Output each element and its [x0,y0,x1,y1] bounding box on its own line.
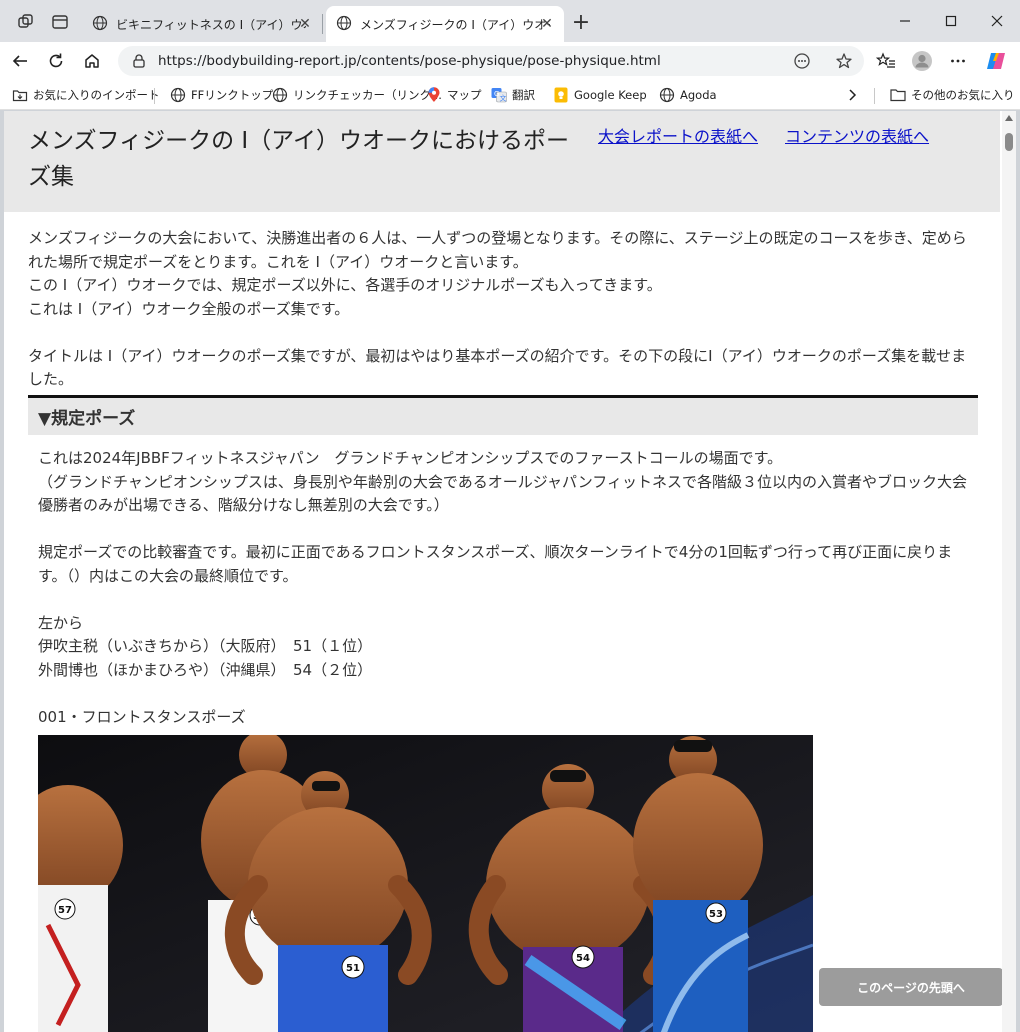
window-close-icon[interactable] [974,0,1020,42]
tab-title: メンズフィジークの I（アイ）ウオークにおける [360,17,550,32]
tab-mens-physique[interactable]: メンズフィジークの I（アイ）ウオークにおける ✕ [326,6,564,42]
new-tab-button[interactable]: + [567,8,595,36]
bookmark-label: Agoda [680,88,717,102]
reload-icon[interactable] [42,47,70,75]
bookmark-label: Google Keep [574,88,647,102]
bookmark-label: FFリンクトップ [191,88,274,102]
folder-icon [890,87,906,103]
reading-mode-icon[interactable] [790,49,814,73]
front-stance-photo: 57 58 51 [38,735,813,1032]
page-title: メンズフィジークの I（アイ）ウオークにおけるポーズ集 [28,128,570,190]
section-heading-standard-poses: ▼規定ポーズ [28,395,978,435]
section-body: これは2024年JBBFフィットネスジャパン グランドチャンピオンシップスでのフ… [38,447,968,729]
bookmark-translate[interactable]: G文 翻訳 [491,84,535,106]
minimize-icon[interactable] [882,0,928,42]
tab-strip: ビキニフィットネスの I（アイ）ウオークにおける ✕ メンズフィジークの I（ア… [0,0,1020,42]
maximize-icon[interactable] [928,0,974,42]
home-icon[interactable] [78,47,106,75]
bookmark-other-favorites[interactable]: その他のお気に入り [890,84,1015,106]
more-options-icon[interactable] [944,47,972,75]
copilot-icon[interactable] [982,47,1010,75]
favorite-star-icon[interactable] [832,49,856,73]
url-text[interactable]: https://bodybuilding-report.jp/contents/… [158,53,661,69]
tab-title: ビキニフィットネスの I（アイ）ウオークにおける [116,17,306,32]
intro-paragraph: この I（アイ）ウオークでは、規定ポーズ以外に、各選手のオリジナルポーズも入って… [28,276,662,294]
globe-icon [336,15,352,34]
page-header: メンズフィジークの I（アイ）ウオークにおけるポーズ集 大会レポートの表紙へ コ… [4,111,1000,212]
body-paragraph: これは2024年JBBFフィットネスジャパン グランドチャンピオンシップスでのフ… [38,449,783,467]
bookmark-divider [874,88,875,104]
competitor-number: 57 [58,905,72,916]
bookmark-label: リンクチェッカー（リンク... [293,88,442,102]
tab-divider [322,14,323,34]
browser-toolbar: https://bodybuilding-report.jp/contents/… [0,42,1020,80]
back-arrow-icon[interactable] [6,47,34,75]
intro-paragraph: これは I（アイ）ウオーク全般のポーズ集です。 [28,299,350,318]
page-scrollbar[interactable] [1002,111,1016,1032]
competitor-number: 53 [709,909,723,920]
globe-icon [92,15,108,34]
bookmark-label: 翻訳 [512,88,535,102]
competitor-line: 伊吹主税（いぶきちから）（大阪府） 51（１位） [38,637,373,655]
tab-actions-icon[interactable] [46,8,74,36]
competitor-number: 54 [576,953,590,964]
bookmark-agoda[interactable]: Agoda [659,84,717,106]
bookmark-link-checker[interactable]: リンクチェッカー（リンク... [272,84,442,106]
address-bar[interactable]: https://bodybuilding-report.jp/contents/… [118,46,864,76]
bookmark-import[interactable]: お気に入りのインポート [12,84,160,106]
body-paragraph: 規定ポーズでの比較審査です。最初に正面であるフロントスタンスポーズ、順次ターンラ… [38,543,953,585]
close-icon[interactable]: ✕ [538,15,556,33]
lock-icon[interactable] [128,50,150,72]
report-cover-link[interactable]: 大会レポートの表紙へ [598,123,758,147]
bookmark-label: マップ [447,88,482,102]
bookmark-label: お気に入りのインポート [33,88,160,102]
favorites-list-icon[interactable] [872,47,900,75]
bookmark-label: その他のお気に入り [911,88,1015,102]
contents-cover-link[interactable]: コンテンツの表紙へ [785,123,929,147]
svg-text:文: 文 [500,94,507,103]
bookmarks-overflow-chevron-icon[interactable] [846,84,858,106]
globe-icon [659,87,675,103]
page-viewport[interactable]: メンズフィジークの I（アイ）ウオークにおけるポーズ集 大会レポートの表紙へ コ… [4,111,1016,1032]
intro-text: メンズフィジークの大会において、決勝進出者の６人は、一人ずつの登場となります。そ… [28,227,978,392]
photo-caption: 001・フロントスタンスポーズ [38,707,246,726]
scroll-thumb[interactable] [1005,133,1013,151]
intro-paragraph: タイトルは I（アイ）ウオークのポーズ集ですが、最初はやはり基本ポーズの紹介です… [28,346,967,389]
back-to-top-button[interactable]: このページの先頭へ [819,968,1003,1006]
body-paragraph: 左から [38,613,84,632]
bookmark-maps[interactable]: マップ [426,84,482,106]
intro-paragraph: メンズフィジークの大会において、決勝進出者の６人は、一人ずつの登場となります。そ… [28,229,967,271]
bookmark-divider [154,88,155,104]
workspaces-icon[interactable] [12,8,40,36]
competitor-number: 51 [346,963,360,974]
scroll-up-arrow-icon[interactable] [1005,115,1013,121]
bookmarks-bar: お気に入りのインポート FFリンクトップ リンクチェッカー（リンク... マップ… [0,80,1020,110]
import-folder-icon [12,87,28,103]
globe-icon [170,87,186,103]
close-icon[interactable]: ✕ [296,15,314,33]
translate-icon: G文 [491,87,507,103]
bookmark-ff-link-top[interactable]: FFリンクトップ [170,84,273,106]
profile-avatar-icon[interactable] [908,47,936,75]
competitor-line: 外間博也（ほかまひろや）（沖縄県） 54（２位） [38,660,373,679]
maps-pin-icon [426,87,442,103]
globe-icon [272,87,288,103]
body-paragraph: （グランドチャンピオンシップスは、身長別や年齢別の大会であるオールジャパンフィッ… [38,472,967,515]
tab-bikini-fitness[interactable]: ビキニフィットネスの I（アイ）ウオークにおける ✕ [82,6,322,42]
bookmark-google-keep[interactable]: Google Keep [553,84,647,106]
keep-icon [553,87,569,103]
